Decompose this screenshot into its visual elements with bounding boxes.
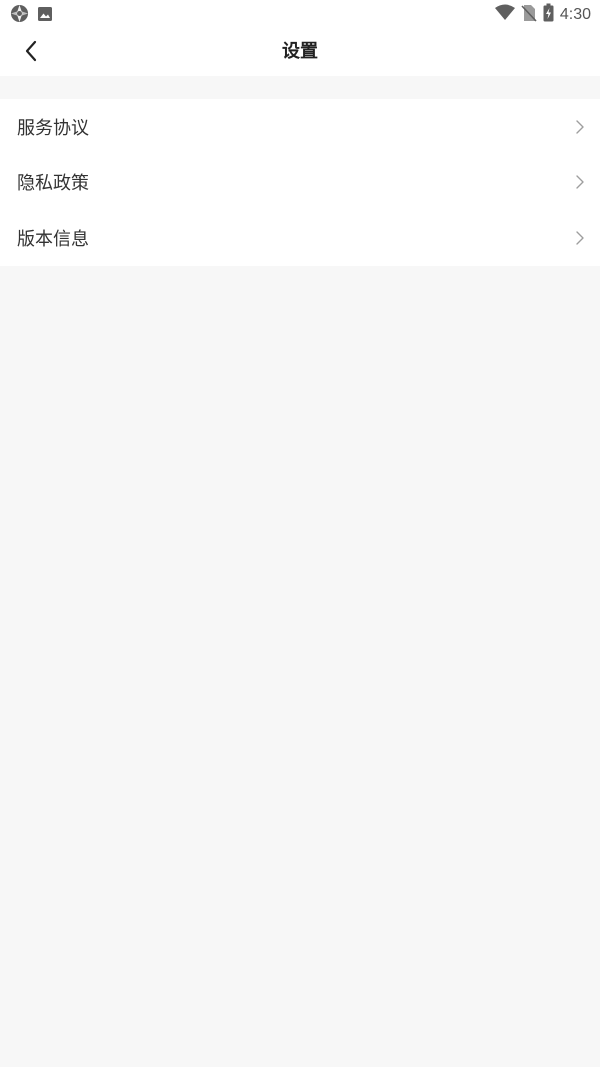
nav-bar: 设置 (0, 28, 600, 76)
settings-menu-list: 服务协议 隐私政策 版本信息 (0, 99, 600, 266)
globe-app-icon (10, 4, 29, 27)
menu-item-service-agreement[interactable]: 服务协议 (0, 99, 600, 155)
image-notification-icon (37, 6, 53, 26)
status-left-icons (10, 4, 53, 27)
status-bar: 4:30 (0, 0, 600, 28)
menu-item-privacy-policy[interactable]: 隐私政策 (0, 155, 600, 211)
chevron-right-icon (575, 230, 585, 246)
status-right-icons: 4:30 (494, 3, 591, 26)
status-time: 4:30 (559, 5, 591, 23)
chevron-right-icon (575, 174, 585, 190)
menu-item-label: 服务协议 (17, 117, 89, 139)
wifi-icon (494, 4, 515, 26)
menu-item-label: 版本信息 (17, 228, 89, 250)
chevron-right-icon (575, 119, 585, 135)
menu-item-label: 隐私政策 (17, 173, 89, 195)
battery-charging-icon (543, 3, 554, 26)
chevron-left-icon (24, 40, 38, 66)
back-button[interactable] (14, 36, 48, 70)
menu-item-version-info[interactable]: 版本信息 (0, 210, 600, 266)
page-title: 设置 (282, 41, 318, 62)
no-sim-icon (521, 4, 537, 26)
